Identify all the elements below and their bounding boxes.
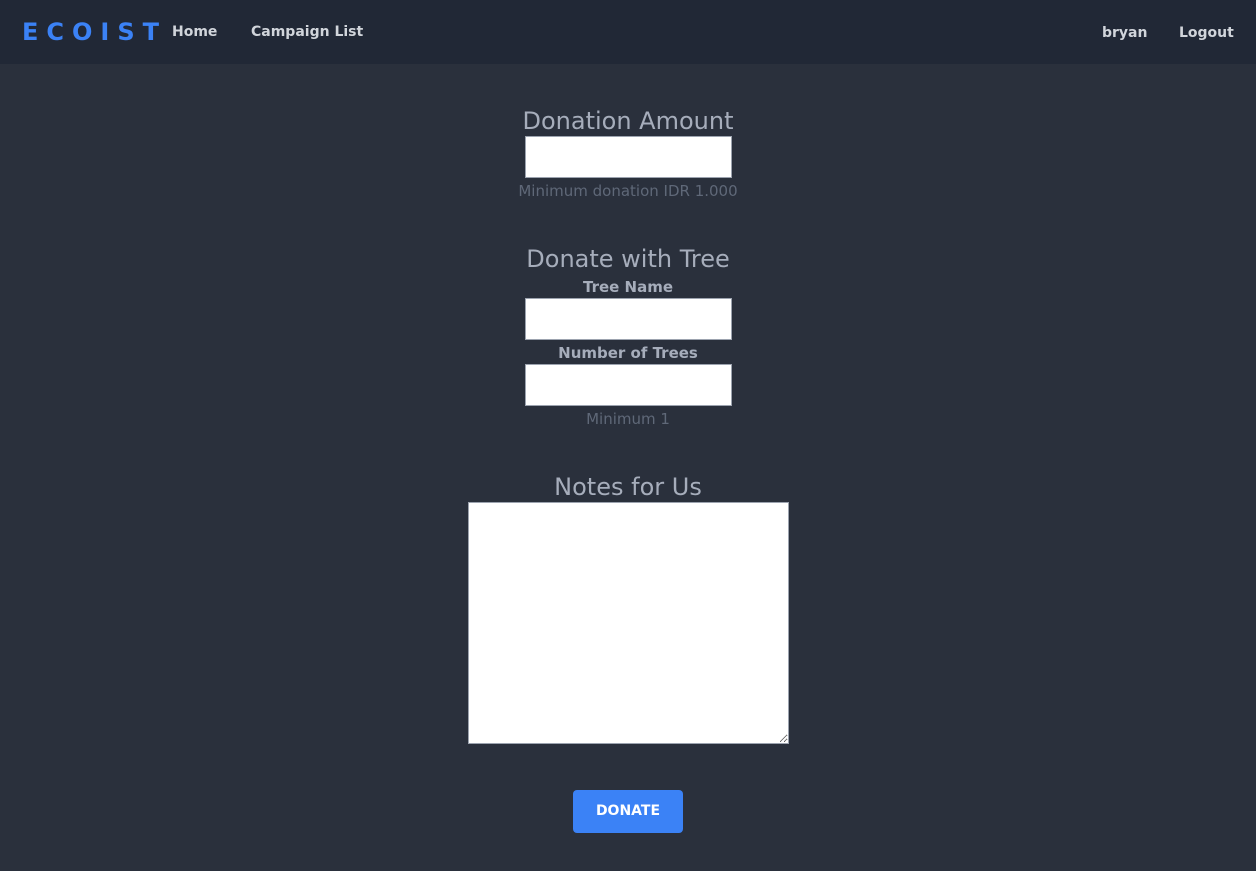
brand-logo[interactable]: ECOIST bbox=[22, 16, 167, 48]
user-name-link[interactable]: bryan bbox=[1102, 23, 1147, 43]
donation-amount-hint: Minimum donation IDR 1.000 bbox=[518, 182, 738, 200]
top-navbar: ECOIST Home Campaign List bryan Logout bbox=[0, 0, 1256, 64]
donation-amount-input[interactable] bbox=[525, 136, 732, 178]
donation-amount-heading: Donation Amount bbox=[522, 107, 734, 135]
number-of-trees-input[interactable] bbox=[525, 364, 732, 406]
logout-link[interactable]: Logout bbox=[1179, 23, 1234, 43]
number-of-trees-hint: Minimum 1 bbox=[586, 410, 670, 428]
notes-heading: Notes for Us bbox=[554, 473, 702, 501]
tree-name-label: Tree Name bbox=[582, 278, 674, 296]
notes-textarea[interactable] bbox=[468, 502, 789, 744]
donate-with-tree-heading: Donate with Tree bbox=[526, 245, 730, 273]
tree-name-input[interactable] bbox=[525, 298, 732, 340]
nav-link-campaign-list[interactable]: Campaign List bbox=[251, 22, 363, 42]
donate-button[interactable]: DONATE bbox=[573, 790, 683, 833]
number-of-trees-label: Number of Trees bbox=[558, 344, 698, 362]
nav-link-home[interactable]: Home bbox=[172, 22, 217, 42]
